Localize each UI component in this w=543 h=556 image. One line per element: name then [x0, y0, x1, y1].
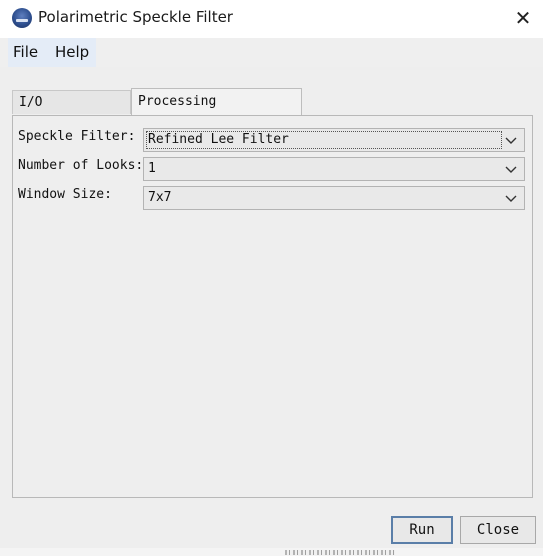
tab-io-parameters[interactable]: I/O Parameters [12, 90, 131, 134]
menu-help[interactable]: Help [55, 43, 89, 61]
chevron-down-icon [505, 166, 517, 173]
app-logo-icon [12, 8, 32, 28]
chevron-down-icon [505, 137, 517, 144]
speckle-filter-value: Refined Lee Filter [148, 132, 289, 147]
window-size-label: Window Size: [18, 187, 112, 202]
speckle-filter-label: Speckle Filter: [18, 129, 136, 144]
title-bar: Polarimetric Speckle Filter ✕ [0, 0, 543, 38]
close-button[interactable]: Close [460, 516, 536, 544]
background-artifact [285, 550, 395, 555]
number-of-looks-value: 1 [148, 161, 156, 176]
number-of-looks-label: Number of Looks: [18, 158, 144, 173]
number-of-looks-select[interactable]: 1 [143, 157, 525, 181]
window-size-select[interactable]: 7x7 [143, 186, 525, 210]
bottom-edge [0, 548, 543, 556]
tab-processing-parameters[interactable]: Processing Parameters [131, 88, 302, 135]
window-title: Polarimetric Speckle Filter [38, 8, 233, 26]
window-size-value: 7x7 [148, 190, 172, 205]
run-button[interactable]: Run [391, 516, 453, 544]
close-window-button[interactable]: ✕ [508, 4, 538, 32]
menu-file[interactable]: File [13, 43, 38, 61]
chevron-down-icon [505, 195, 517, 202]
speckle-filter-select[interactable]: Refined Lee Filter [143, 128, 525, 152]
